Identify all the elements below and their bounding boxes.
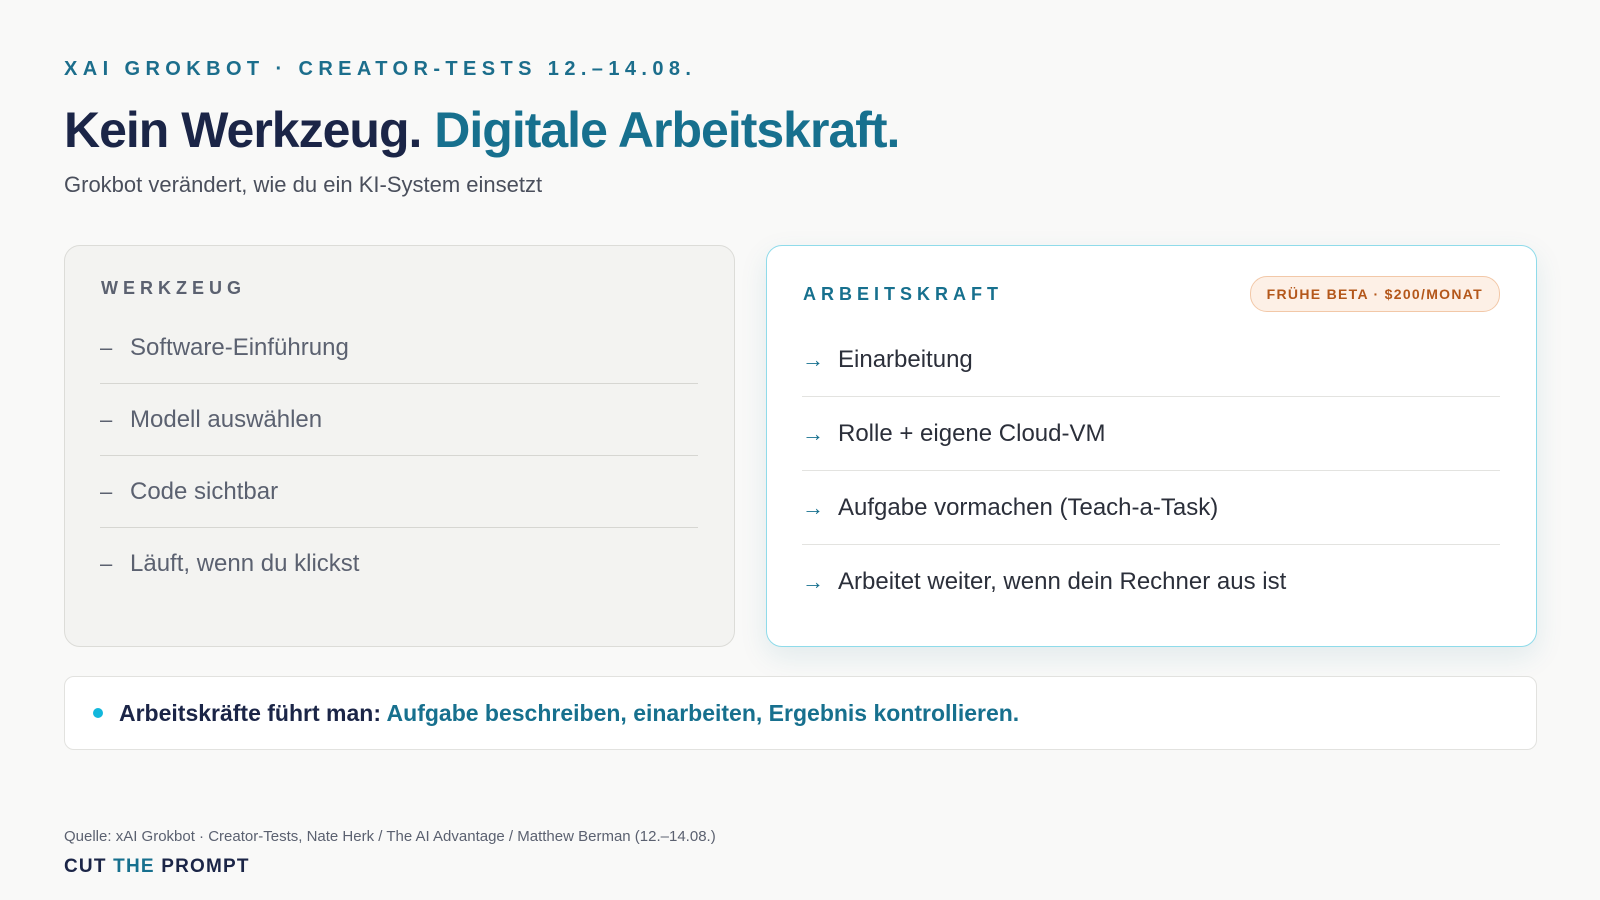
workforce-list-item: → Arbeitet weiter, wenn dein Rechner aus…: [802, 545, 1500, 619]
workforce-item-label: Arbeitet weiter, wenn dein Rechner aus i…: [838, 568, 1287, 595]
dash-icon: –: [100, 551, 113, 576]
arrow-right-icon: →: [802, 569, 824, 594]
takeaway-banner: Arbeitskräfte führt man: Aufgabe beschre…: [64, 676, 1537, 750]
arrow-right-icon: →: [802, 346, 824, 372]
subtitle: Grokbot verändert, wie du ein KI-System …: [64, 172, 543, 197]
source-note: Quelle: xAI Grokbot · Creator-Tests, Nat…: [64, 828, 716, 845]
workforce-card-label: ARBEITSKRAFT: [803, 284, 1003, 304]
takeaway-text: Arbeitskräfte führt man: Aufgabe beschre…: [119, 700, 1019, 727]
arrow-right-icon: →: [802, 494, 824, 520]
tool-list: – Software-Einführung – Modell auswählen…: [100, 312, 698, 600]
tool-item-label: Modell auswählen: [130, 405, 323, 433]
page-title: Kein Werkzeug. Digitale Arbeitskraft.: [64, 100, 900, 160]
brand-logo: CUT THE PROMPT: [64, 856, 250, 878]
headline-part-1: Kein Werkzeug.: [64, 102, 435, 158]
takeaway-lead: Arbeitskräfte führt man:: [119, 699, 387, 726]
workforce-item-label: Aufgabe vormachen (Teach-a-Task): [838, 493, 1219, 521]
brand-part-3: PROMPT: [154, 856, 250, 877]
tool-list-item: – Code sichtbar: [100, 456, 698, 528]
workforce-item-label: Rolle + eigene Cloud-VM: [838, 419, 1106, 447]
workforce-list: → Einarbeitung → Rolle + eigene Cloud-VM…: [802, 323, 1500, 619]
dash-icon: –: [100, 406, 113, 432]
tool-list-item: – Software-Einführung: [100, 312, 698, 384]
takeaway-accent: Aufgabe beschreiben, einarbeiten, Ergebn…: [386, 699, 1020, 726]
tool-list-item: – Läuft, wenn du klickst: [100, 528, 698, 600]
tool-card-label: WERKZEUG: [101, 278, 246, 298]
workforce-item-label: Einarbeitung: [838, 345, 973, 373]
dash-icon: –: [100, 334, 113, 360]
dash-icon: –: [100, 478, 113, 504]
workforce-list-item: → Rolle + eigene Cloud-VM: [802, 397, 1500, 471]
bullet-dot-icon: [93, 708, 103, 718]
brand-part-2: THE: [113, 856, 155, 877]
headline-part-2: Digitale Arbeitskraft.: [434, 102, 900, 158]
tool-list-item: – Modell auswählen: [100, 384, 698, 456]
workforce-list-item: → Aufgabe vormachen (Teach-a-Task): [802, 471, 1500, 545]
workforce-list-item: → Einarbeitung: [802, 323, 1500, 397]
eyebrow: XAI GROKBOT · CREATOR-TESTS 12.–14.08.: [64, 58, 697, 80]
beta-price-badge: FRÜHE BETA · $200/MONAT: [1249, 276, 1500, 312]
brand-part-1: CUT: [64, 856, 114, 877]
tool-item-label: Code sichtbar: [130, 477, 279, 505]
tool-item-label: Läuft, wenn du klickst: [130, 550, 360, 577]
arrow-right-icon: →: [802, 420, 824, 446]
tool-item-label: Software-Einführung: [130, 333, 349, 361]
